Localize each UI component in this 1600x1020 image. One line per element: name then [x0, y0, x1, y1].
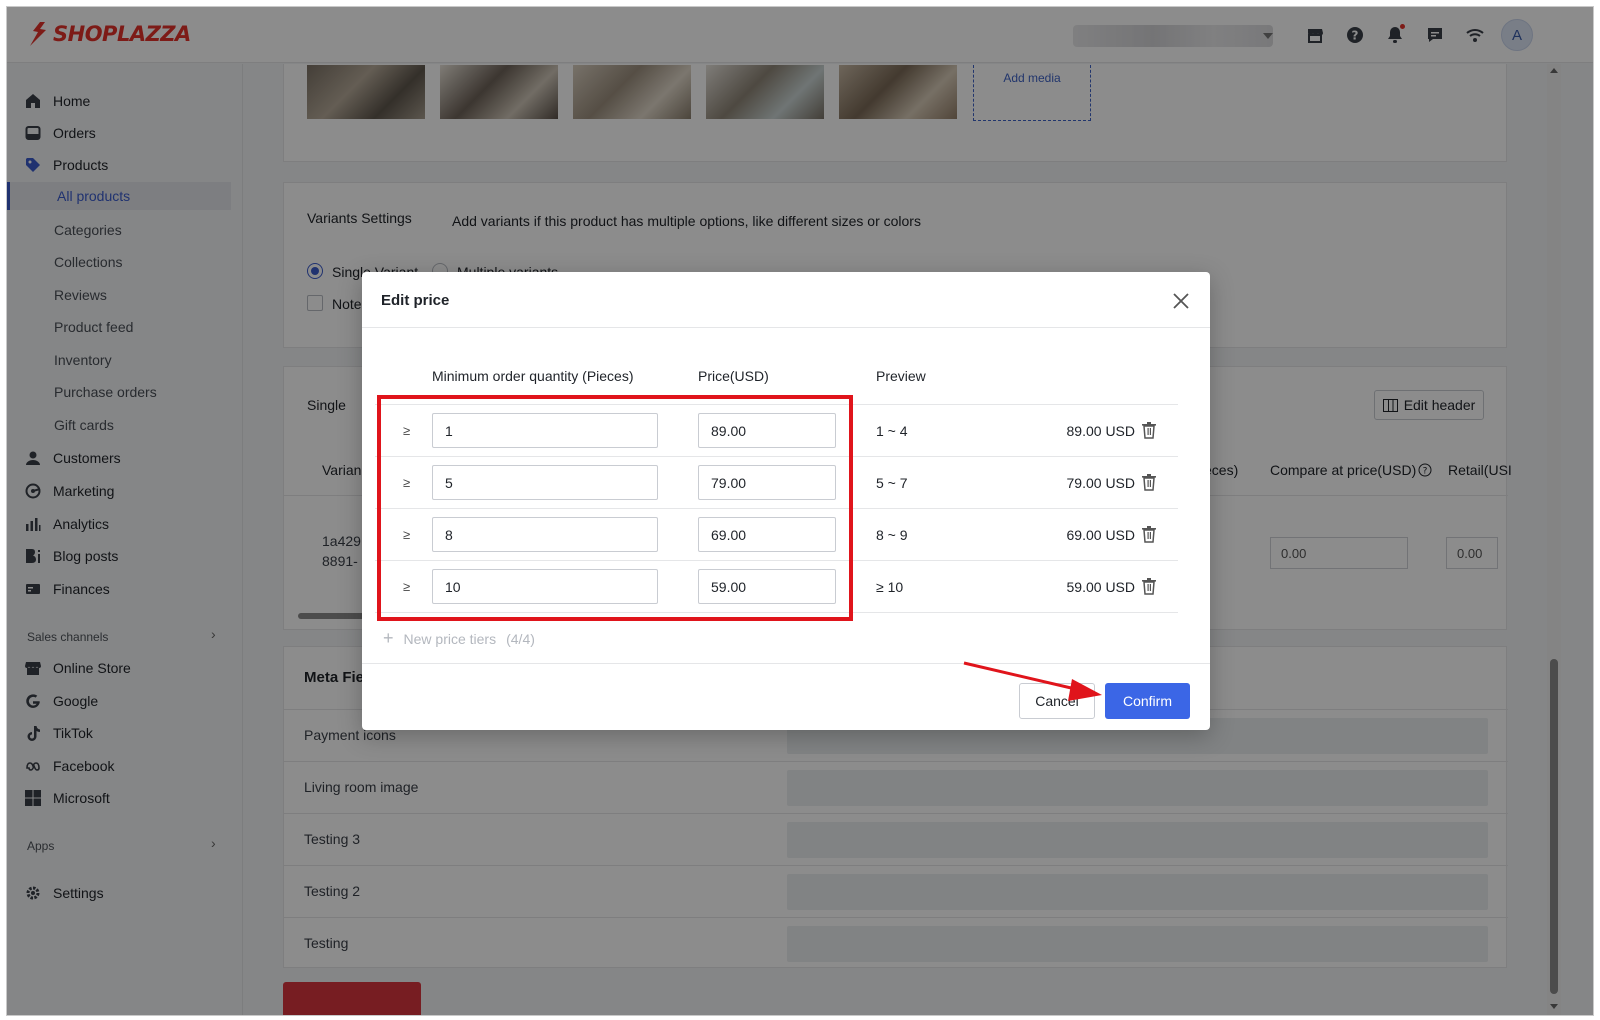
modal-header: Edit price [362, 272, 1210, 328]
tier-preview-price: 69.00 USD [1066, 527, 1135, 543]
trash-icon[interactable] [1141, 577, 1157, 595]
tier-range: 5 ~ 7 [876, 475, 908, 491]
trash-icon[interactable] [1141, 421, 1157, 439]
modal-title: Edit price [381, 292, 450, 309]
tier-preview-price: 59.00 USD [1066, 579, 1135, 595]
tier-range: ≥ 10 [876, 579, 904, 595]
close-icon[interactable] [1170, 290, 1192, 312]
new-price-tier-label: New price tiers [403, 630, 497, 647]
tier-range: 1 ~ 4 [876, 423, 908, 439]
tier-range: 8 ~ 9 [876, 527, 908, 543]
min-quantity-column-header: Minimum order quantity (Pieces) [432, 368, 634, 384]
app-window: SHOPLAZZA ? A Home Orders Products All p… [6, 6, 1594, 1016]
tier-preview-price: 79.00 USD [1066, 475, 1135, 491]
plus-icon: + [383, 628, 394, 648]
new-price-tier-count: (4/4) [506, 630, 535, 647]
trash-icon[interactable] [1141, 473, 1157, 491]
price-column-header: Price(USD) [698, 368, 769, 384]
highlight-annotation [377, 395, 853, 621]
new-price-tier-button[interactable]: + New price tiers (4/4) [383, 628, 535, 649]
trash-icon[interactable] [1141, 525, 1157, 543]
preview-column-header: Preview [876, 368, 926, 384]
tier-preview-price: 89.00 USD [1066, 423, 1135, 439]
arrow-annotation-icon [963, 661, 1102, 701]
confirm-button[interactable]: Confirm [1105, 683, 1190, 719]
